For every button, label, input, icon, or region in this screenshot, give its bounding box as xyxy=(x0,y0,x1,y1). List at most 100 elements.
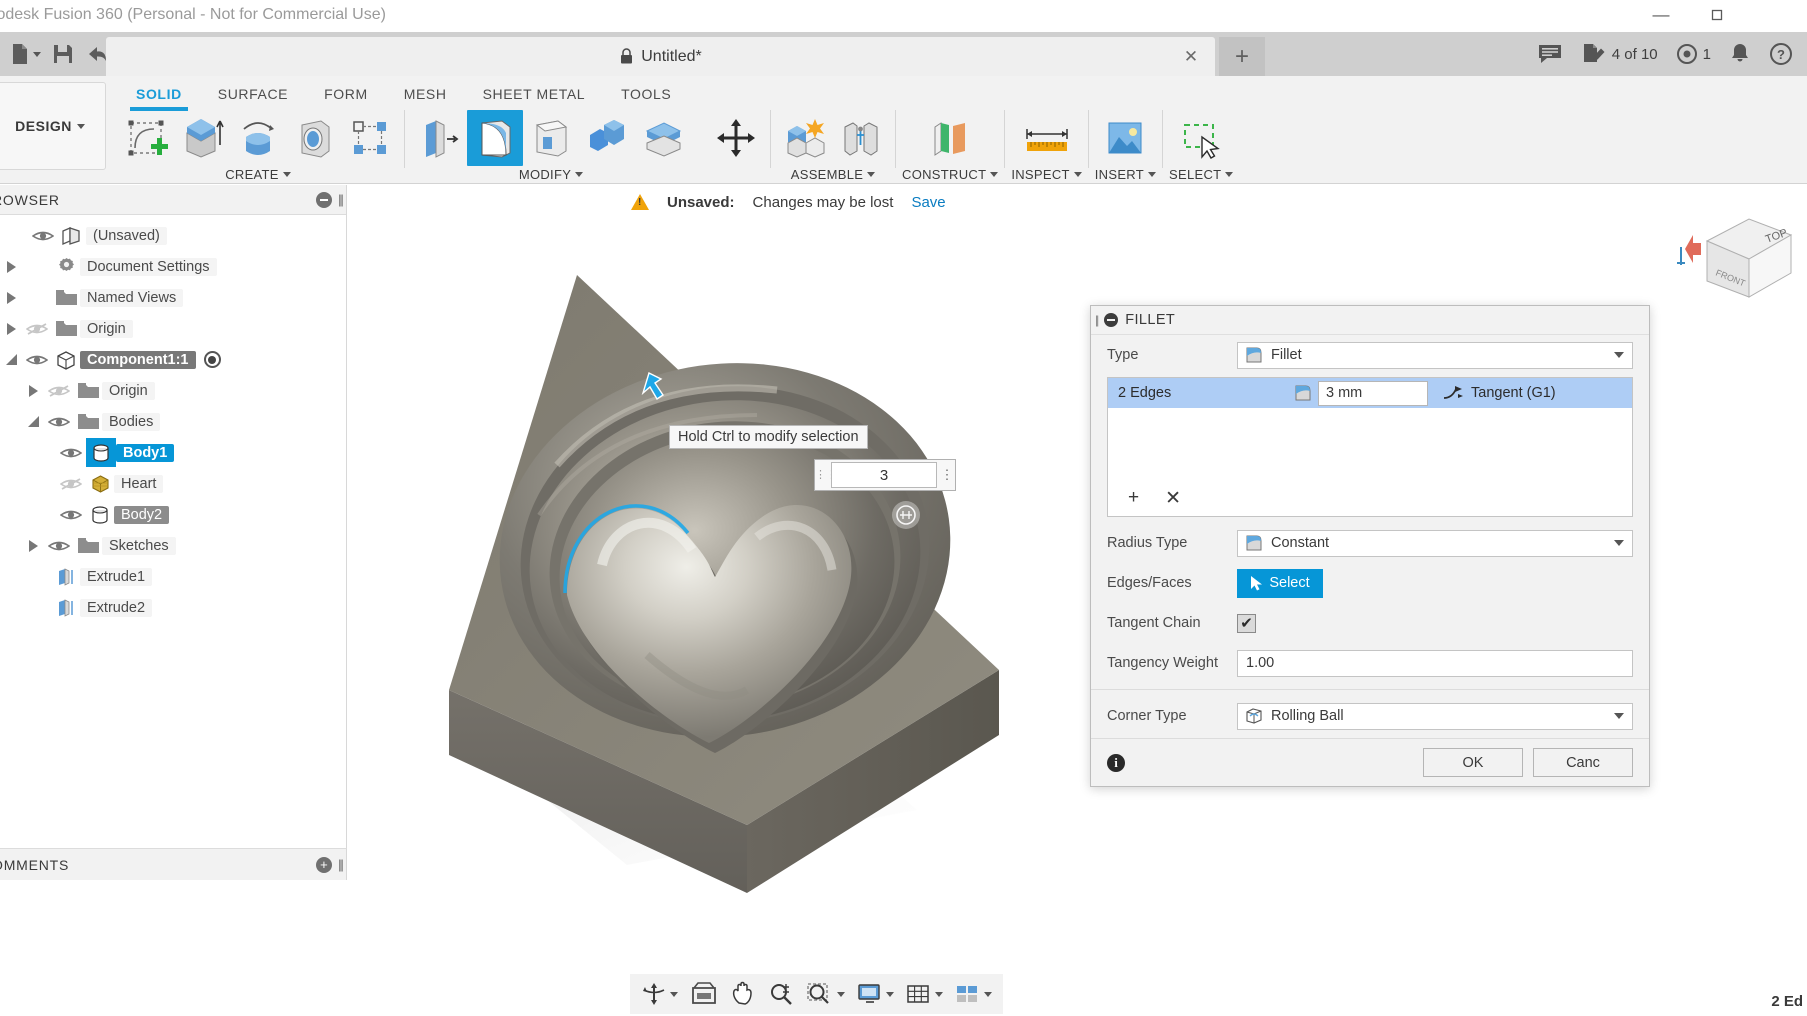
close-document-button[interactable]: ✕ xyxy=(1181,47,1201,67)
create-group-label[interactable]: CREATE xyxy=(225,167,291,182)
notifications-button[interactable] xyxy=(1721,35,1759,73)
view-cube[interactable]: TOP FRONT xyxy=(1667,205,1797,315)
comments-button[interactable] xyxy=(1529,35,1571,73)
fit-icon[interactable] xyxy=(801,977,850,1011)
orbit-icon[interactable] xyxy=(636,977,683,1011)
construct-group-label[interactable]: CONSTRUCT xyxy=(902,167,999,182)
fillet-dialog-header[interactable]: || FILLET xyxy=(1091,306,1649,335)
visibility-icon[interactable] xyxy=(56,508,86,522)
new-component-icon[interactable] xyxy=(777,110,833,166)
grid-snap-icon[interactable] xyxy=(901,977,948,1011)
offset-face-icon[interactable] xyxy=(635,110,691,166)
visibility-icon[interactable] xyxy=(44,415,74,429)
remove-selection-button[interactable]: ✕ xyxy=(1165,487,1181,510)
visibility-icon-hidden[interactable] xyxy=(44,384,74,398)
new-tab-button[interactable]: + xyxy=(1219,37,1265,76)
add-selection-button[interactable]: + xyxy=(1128,487,1139,509)
offset-plane-icon[interactable] xyxy=(922,110,978,166)
expand-arrow[interactable] xyxy=(22,539,44,552)
fillet-edge-list[interactable]: 2 Edges 3 mm Tangent (G1) + ✕ xyxy=(1107,377,1633,517)
assemble-group-label[interactable]: ASSEMBLE xyxy=(791,167,876,182)
ok-button[interactable]: OK xyxy=(1423,748,1523,777)
inspect-group-label[interactable]: INSPECT xyxy=(1011,167,1082,182)
expand-arrow[interactable] xyxy=(0,322,22,335)
new-file-button[interactable] xyxy=(4,32,46,76)
ribbon-tab-mesh[interactable]: MESH xyxy=(386,84,465,105)
tree-row-origin-root[interactable]: Origin xyxy=(0,313,346,344)
collapse-arrow[interactable] xyxy=(0,354,22,365)
visibility-icon-hidden[interactable] xyxy=(22,322,52,336)
expand-arrow[interactable] xyxy=(22,384,44,397)
expand-arrow[interactable] xyxy=(0,291,22,304)
inline-value-editor[interactable]: ⋮⋮ 3 ⋮ xyxy=(814,459,956,491)
edge-radius-input[interactable]: 3 mm xyxy=(1318,380,1428,406)
manipulator-handle-icon[interactable] xyxy=(892,501,920,529)
tangency-weight-input[interactable]: 1.00 xyxy=(1237,649,1633,677)
visibility-icon[interactable] xyxy=(44,539,74,553)
fillet-icon[interactable] xyxy=(467,110,523,166)
combine-icon[interactable] xyxy=(579,110,635,166)
measure-icon[interactable] xyxy=(1019,110,1075,166)
tree-row-extrude1[interactable]: Extrude1 xyxy=(0,561,346,592)
tree-row-component1[interactable]: Component1:1 xyxy=(0,344,346,375)
revolve-icon[interactable] xyxy=(230,110,286,166)
grip-icon[interactable]: ||| xyxy=(338,192,344,207)
select-button[interactable]: Select xyxy=(1237,568,1323,598)
viewports-icon[interactable] xyxy=(950,977,997,1011)
tree-row-document-settings[interactable]: Document Settings xyxy=(0,251,346,282)
tree-row-extrude2[interactable]: Extrude2 xyxy=(0,592,346,623)
ribbon-tab-sheet-metal[interactable]: SHEET METAL xyxy=(465,84,604,105)
collapse-arrow[interactable] xyxy=(22,416,44,427)
create-sketch-icon[interactable] xyxy=(118,110,174,166)
tree-row-body1[interactable]: Body1 xyxy=(0,437,346,468)
visibility-icon[interactable] xyxy=(28,229,58,243)
radius-type-select[interactable]: Constant xyxy=(1237,529,1633,557)
tree-row-body2[interactable]: Body2 xyxy=(0,499,346,530)
info-icon[interactable]: i xyxy=(1107,753,1125,772)
extrude-icon[interactable] xyxy=(174,110,230,166)
fillet-type-select[interactable]: Fillet xyxy=(1237,341,1633,369)
maximize-button[interactable] xyxy=(1689,0,1745,30)
document-tab[interactable]: Untitled* ✕ xyxy=(106,37,1215,76)
zoom-icon[interactable] xyxy=(763,977,799,1011)
minimize-button[interactable]: — xyxy=(1633,0,1689,30)
radius-value-input[interactable]: 3 xyxy=(831,462,937,488)
insert-image-icon[interactable] xyxy=(1097,110,1153,166)
activity-button[interactable]: 1 xyxy=(1668,35,1719,73)
visibility-icon-hidden[interactable] xyxy=(56,477,86,491)
ribbon-tab-solid[interactable]: SOLID xyxy=(118,84,200,111)
ribbon-tab-form[interactable]: FORM xyxy=(306,84,386,105)
modify-group-label[interactable]: MODIFY xyxy=(519,167,584,182)
minus-circle-icon[interactable] xyxy=(1104,313,1119,327)
select-tool-icon[interactable] xyxy=(1173,110,1229,166)
select-group-label[interactable]: SELECT xyxy=(1169,167,1234,182)
tree-row-heart[interactable]: Heart xyxy=(0,468,346,499)
shell-icon[interactable] xyxy=(523,110,579,166)
tree-row-unsaved[interactable]: (Unsaved) xyxy=(0,220,346,251)
job-status-button[interactable]: 4 of 10 xyxy=(1573,35,1666,73)
press-pull-icon[interactable] xyxy=(411,110,467,166)
workspace-switcher[interactable]: DESIGN xyxy=(0,82,106,170)
pattern-icon[interactable] xyxy=(342,110,398,166)
save-button[interactable] xyxy=(46,32,80,76)
hole-icon[interactable] xyxy=(286,110,342,166)
circle-plus-icon[interactable]: + xyxy=(315,856,332,873)
insert-group-label[interactable]: INSERT xyxy=(1095,167,1157,182)
ribbon-tab-surface[interactable]: SURFACE xyxy=(200,84,306,105)
grip-icon[interactable]: ||| xyxy=(338,857,344,872)
value-options-icon[interactable]: ⋮ xyxy=(939,468,955,482)
activate-component-radio[interactable] xyxy=(203,351,221,368)
cancel-button[interactable]: Canc xyxy=(1533,748,1633,777)
edge-list-row[interactable]: 2 Edges 3 mm Tangent (G1) xyxy=(1108,378,1632,408)
edge-continuity-select[interactable]: Tangent (G1) xyxy=(1442,384,1556,402)
circle-minus-icon[interactable] xyxy=(315,191,332,208)
tree-row-sketches[interactable]: Sketches xyxy=(0,530,346,561)
display-settings-icon[interactable] xyxy=(852,977,899,1011)
visibility-icon[interactable] xyxy=(56,446,86,460)
help-button[interactable]: ? xyxy=(1761,35,1801,73)
grip-icon[interactable]: || xyxy=(1095,313,1099,327)
drag-grip-icon[interactable]: ⋮⋮ xyxy=(815,469,837,480)
pan-icon[interactable] xyxy=(725,977,761,1011)
tree-row-origin-child[interactable]: Origin xyxy=(0,375,346,406)
model-3d[interactable] xyxy=(447,265,1047,905)
